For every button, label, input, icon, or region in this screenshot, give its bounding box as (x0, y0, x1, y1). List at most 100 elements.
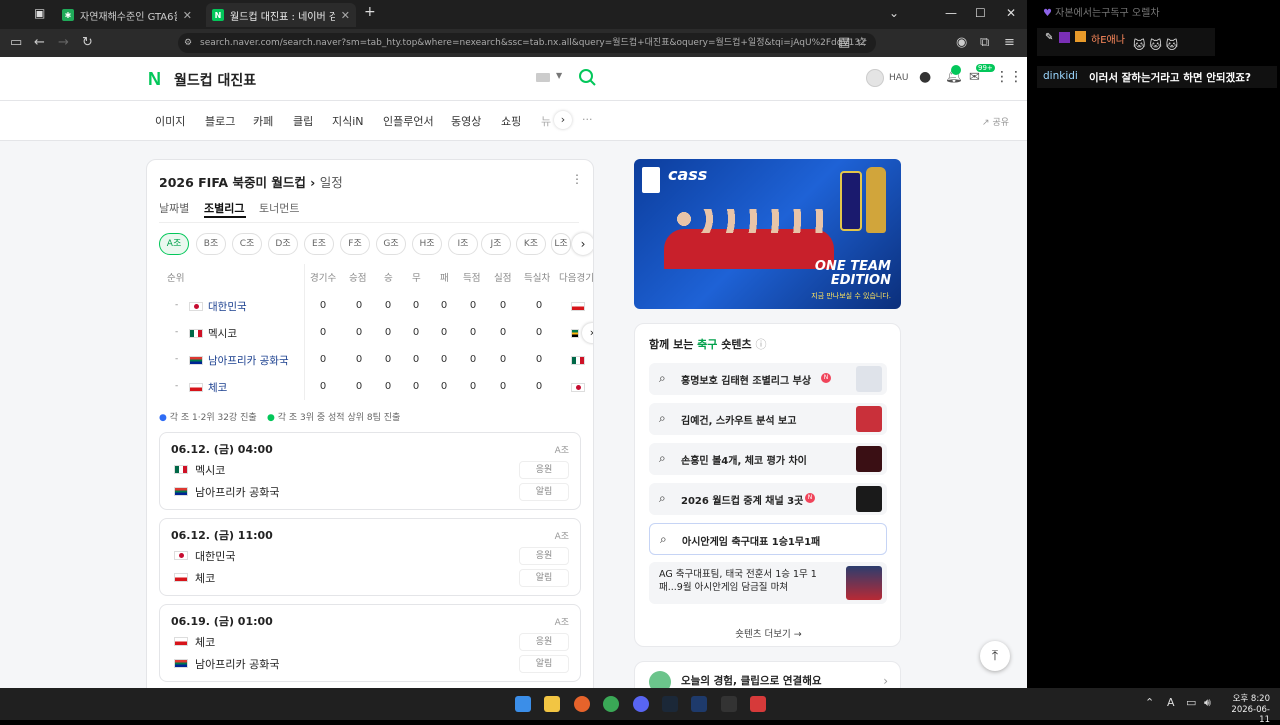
group-tab-k[interactable]: K조 (516, 233, 546, 255)
avatar[interactable] (866, 69, 884, 87)
talk-icon[interactable]: ● (919, 69, 931, 85)
windows-start-icon[interactable] (515, 696, 531, 712)
user-name[interactable]: HAU (889, 73, 909, 83)
group-tab-e[interactable]: E조 (304, 233, 334, 255)
close-icon[interactable]: ✕ (183, 9, 192, 22)
more-icon[interactable]: ··· (582, 113, 593, 126)
reader-icon[interactable]: ▤ (838, 35, 850, 50)
cheer-button[interactable]: 응원 (519, 633, 569, 651)
keyboard-icon[interactable] (536, 73, 550, 82)
team-name[interactable]: 남아프리카 공화국 (208, 353, 289, 368)
more-vert-icon[interactable]: ⋮ (571, 172, 583, 186)
notepad-icon[interactable] (721, 696, 737, 712)
match-card[interactable]: 06.19. (금) 01:00 A조 체코 남아프리카 공화국 응원 알림 (159, 604, 581, 682)
nav-tab-kin[interactable]: 지식iN (332, 113, 364, 129)
mail-icon[interactable]: ✉ (969, 70, 980, 85)
close-icon[interactable]: ✕ (341, 9, 350, 22)
shorts-more-link[interactable]: 숏텐츠 더보기 → (635, 626, 902, 640)
clock-date[interactable]: 2026-06-11 (1226, 705, 1270, 725)
tab-naver[interactable]: N 월드컵 대진표 : 네이버 검색 ✕ (206, 3, 356, 27)
cheer-button[interactable]: 응원 (519, 461, 569, 479)
discord-icon[interactable] (633, 696, 649, 712)
group-tab-g[interactable]: G조 (376, 233, 406, 255)
shorts-item[interactable]: ⌕ 홍명보호 김태현 조별리그 부상 N (649, 363, 887, 395)
volume-icon[interactable]: 🔊︎ (1204, 696, 1211, 710)
table-row[interactable]: - 체코 0 0 0 0 0 0 0 0 (147, 374, 593, 400)
minimize-icon[interactable]: — (945, 6, 957, 20)
match-card[interactable]: 06.12. (금) 04:00 A조 멕시코 남아프리카 공화국 응원 알림 (159, 432, 581, 510)
group-tab-l[interactable]: L조 (551, 233, 571, 255)
nav-tab-video[interactable]: 동영상 (451, 113, 481, 129)
search-query[interactable]: 월드컵 대진표 (174, 70, 256, 90)
nav-tab-blog[interactable]: 블로그 (205, 113, 235, 129)
url-field[interactable]: ⚙ search.naver.com/search.naver?sm=tab_h… (178, 33, 876, 53)
chevron-right-icon[interactable]: › (883, 674, 888, 688)
new-tab-icon[interactable]: + (364, 4, 376, 20)
group-tab-h[interactable]: H조 (412, 233, 442, 255)
menu-icon[interactable]: ≡ (1004, 35, 1015, 50)
shorts-item[interactable]: ⌕ 김예건, 스카우트 분석 보고 (649, 403, 887, 435)
cheer-button[interactable]: 응원 (519, 547, 569, 565)
group-tab-a[interactable]: A조 (159, 233, 189, 255)
alarm-button[interactable]: 알림 (519, 483, 569, 501)
apps-grid-icon[interactable]: ⋮⋮ (995, 69, 1023, 85)
tab-search-icon[interactable]: ▣ (34, 6, 45, 20)
search-icon[interactable] (578, 68, 598, 88)
chevron-down-icon[interactable]: ▼ (556, 71, 562, 80)
group-tab-j[interactable]: J조 (481, 233, 511, 255)
home-team[interactable]: 대한민국 (195, 548, 235, 564)
back-icon[interactable]: ← (34, 35, 45, 50)
group-tab-d[interactable]: D조 (268, 233, 298, 255)
alarm-button[interactable]: 알림 (519, 569, 569, 587)
nav-tab-shopping[interactable]: 쇼핑 (501, 113, 521, 129)
team-name[interactable]: 체코 (208, 380, 227, 395)
bookmark-star-icon[interactable]: ☆ (856, 35, 868, 50)
close-window-icon[interactable]: ✕ (1006, 6, 1016, 20)
scroll-top-icon[interactable]: ⤒ (980, 641, 1010, 671)
shorts-item[interactable]: ⌕ 손흥민 볼4개, 체코 평가 차이 (649, 443, 887, 475)
network-icon[interactable]: ▭ (1186, 696, 1196, 709)
sidebar-icon[interactable]: ▭ (10, 35, 22, 50)
chevron-down-icon[interactable]: ⌄ (889, 6, 899, 20)
away-team[interactable]: 남아프리카 공화국 (195, 656, 279, 672)
chevron-right-icon[interactable]: › (572, 233, 593, 255)
tray-chevron-icon[interactable]: ⌃ (1145, 696, 1154, 709)
nav-tab-influencer[interactable]: 인플루언서 (383, 113, 434, 129)
forward-icon[interactable]: → (58, 35, 69, 50)
share-button[interactable]: ↗ 공유 (982, 115, 1009, 128)
subtab-group-stage[interactable]: 조별리그 (204, 200, 244, 216)
group-tab-b[interactable]: B조 (196, 233, 226, 255)
team-name[interactable]: 대한민국 (208, 299, 247, 314)
nav-tab-cafe[interactable]: 카페 (253, 113, 273, 129)
shorts-item-selected[interactable]: ⌕ 아시안게임 축구대표 1승1무1패 (649, 523, 887, 555)
info-icon[interactable]: ⓘ (755, 338, 766, 351)
match-card[interactable]: 06.12. (금) 11:00 A조 대한민국 체코 응원 알림 (159, 518, 581, 596)
table-row[interactable]: - 남아프리카 공화국 0 0 0 0 0 0 0 0 (147, 347, 593, 373)
news-item[interactable]: AG 축구대표팀, 태국 전훈서 1승 1무 1패...9월 아시안게임 담금질… (649, 562, 887, 604)
steam-icon[interactable] (662, 696, 678, 712)
home-team[interactable]: 체코 (195, 634, 215, 650)
chrome-icon[interactable] (603, 696, 619, 712)
home-team[interactable]: 멕시코 (195, 462, 225, 478)
subtab-tournament[interactable]: 토너먼트 (259, 200, 299, 216)
nav-tab-news[interactable]: 뉴 (541, 113, 551, 129)
chevron-right-icon[interactable]: › (582, 323, 593, 343)
away-team[interactable]: 체코 (195, 570, 215, 586)
chevron-right-icon[interactable]: › (554, 111, 572, 129)
site-info-icon[interactable]: ⚙ (184, 33, 192, 53)
card-title[interactable]: 2026 FIFA 북중미 월드컵 › 일정 (159, 172, 343, 191)
clock-time[interactable]: 오후 8:20 (1226, 692, 1270, 704)
shorts-item[interactable]: ⌕ 2026 월드컵 중계 채널 3곳 N (649, 483, 887, 515)
app-icon[interactable] (750, 696, 766, 712)
nav-tab-image[interactable]: 이미지 (155, 113, 185, 129)
alarm-button[interactable]: 알림 (519, 655, 569, 673)
tab-gta[interactable]: ✱ 자연재해수준인 GTA6을 피해 도망 ✕ (56, 3, 198, 27)
away-team[interactable]: 남아프리카 공화국 (195, 484, 279, 500)
file-explorer-icon[interactable] (544, 696, 560, 712)
firefox-icon[interactable] (574, 696, 590, 712)
vscode-icon[interactable] (691, 696, 707, 712)
group-tab-i[interactable]: I조 (448, 233, 478, 255)
table-row[interactable]: - 멕시코 0 0 0 0 0 0 0 0 › (147, 320, 593, 346)
extensions-icon[interactable]: ⧉ (980, 35, 989, 50)
team-name[interactable]: 멕시코 (208, 326, 237, 341)
